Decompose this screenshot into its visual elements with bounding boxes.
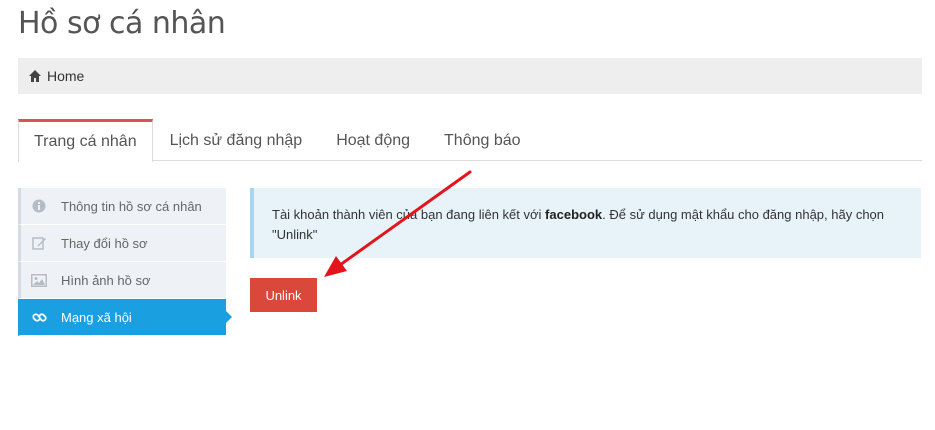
breadcrumb-home-link[interactable]: Home	[47, 68, 84, 84]
unlink-button[interactable]: Unlink	[250, 278, 317, 312]
home-icon[interactable]	[28, 69, 42, 83]
image-icon	[31, 272, 47, 288]
side-item-label: Mạng xã hội	[61, 309, 132, 325]
profile-tabs: Trang cá nhân Lịch sử đăng nhập Hoạt độn…	[18, 119, 922, 162]
linked-account-alert: Tài khoản thành viên của bạn đang liên k…	[250, 188, 921, 258]
edit-icon	[31, 235, 47, 251]
side-item-mang-xa-hoi[interactable]: Mạng xã hội	[18, 299, 232, 336]
side-item-hinh-anh[interactable]: Hình ảnh hồ sơ	[18, 262, 226, 299]
link-icon	[31, 309, 47, 325]
tab-lich-su-dang-nhap[interactable]: Lịch sử đăng nhập	[153, 119, 320, 161]
alert-text-before: Tài khoản thành viên của bạn đang liên k…	[272, 207, 546, 222]
tab-thong-bao[interactable]: Thông báo	[427, 119, 538, 161]
breadcrumb: Home	[18, 58, 922, 94]
side-item-thong-tin[interactable]: Thông tin hồ sơ cá nhân	[18, 188, 226, 225]
page-title: Hồ sơ cá nhân	[18, 6, 226, 41]
alert-provider: facebook	[545, 207, 603, 222]
info-icon	[31, 198, 47, 214]
side-item-label: Thông tin hồ sơ cá nhân	[61, 198, 202, 214]
side-item-label: Hình ảnh hồ sơ	[61, 272, 151, 288]
side-item-thay-doi[interactable]: Thay đổi hồ sơ	[18, 225, 226, 262]
tab-hoat-dong[interactable]: Hoạt động	[319, 119, 427, 161]
tab-trang-ca-nhan[interactable]: Trang cá nhân	[18, 119, 153, 162]
side-menu: Thông tin hồ sơ cá nhân Thay đổi hồ sơ H…	[18, 188, 232, 336]
side-item-label: Thay đổi hồ sơ	[61, 235, 148, 251]
